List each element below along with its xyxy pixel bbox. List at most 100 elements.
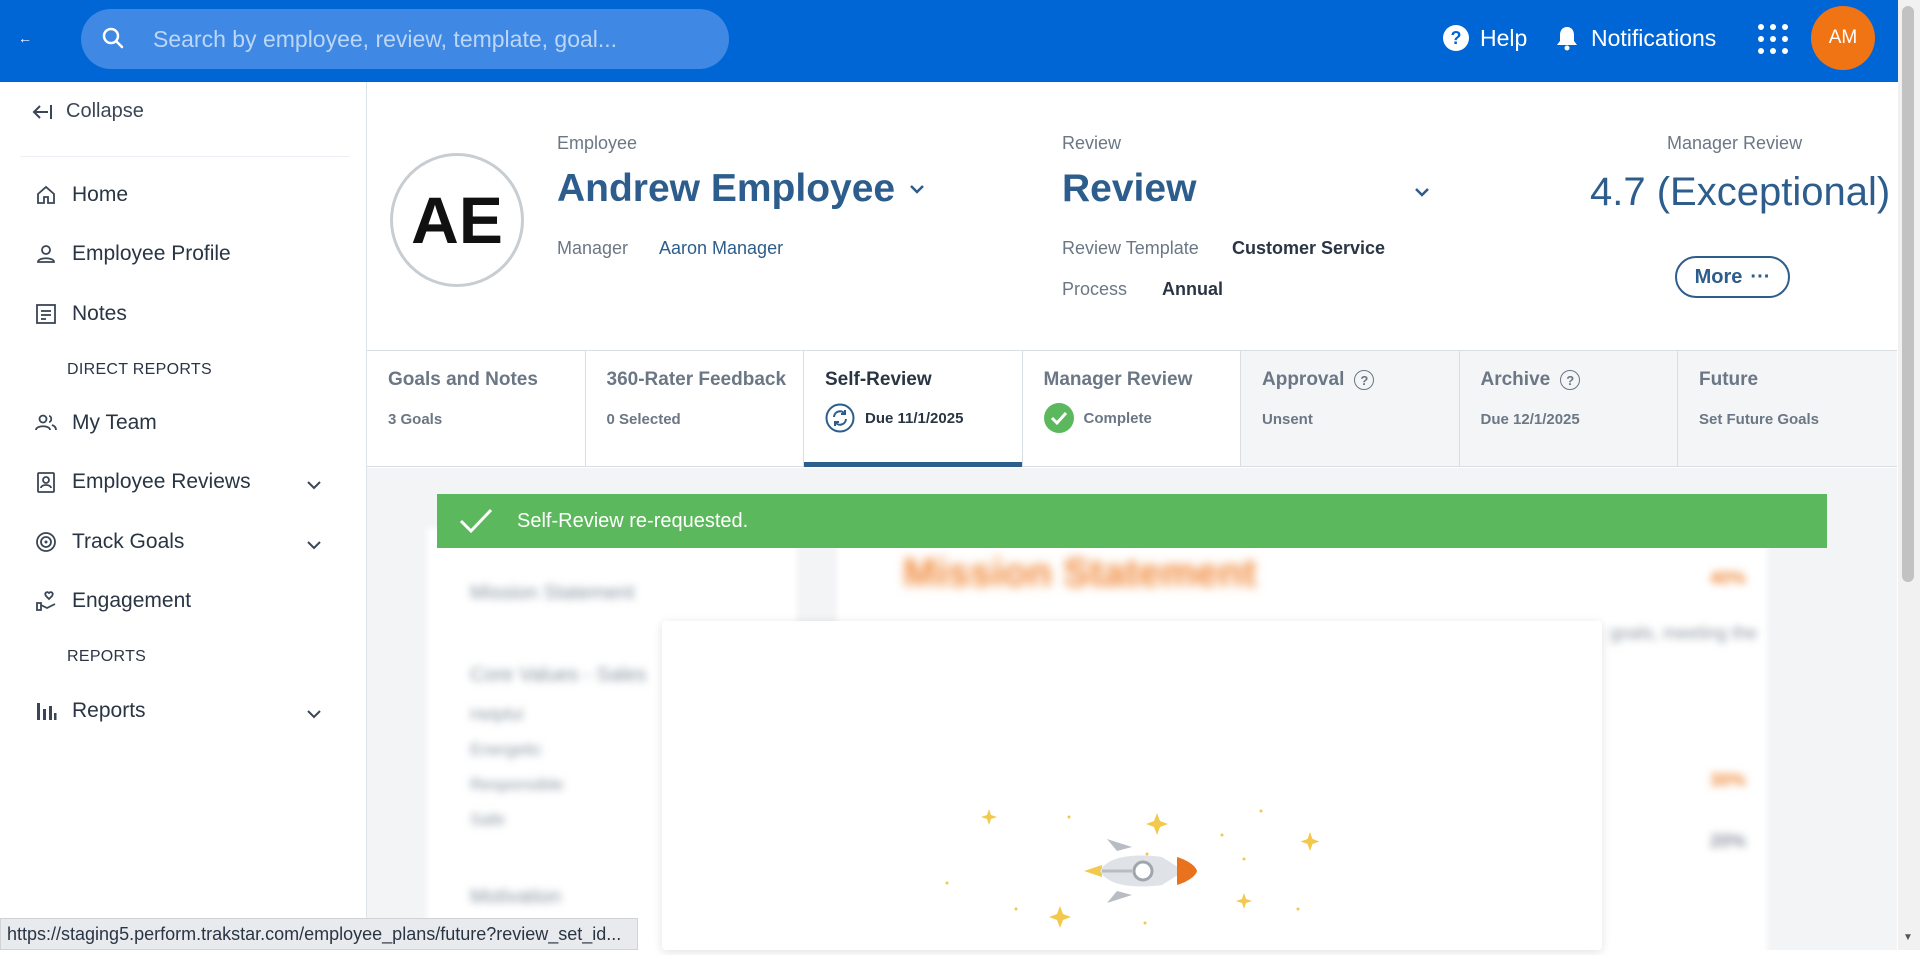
person-icon xyxy=(37,245,55,263)
review-template-value: Customer Service xyxy=(1232,238,1386,258)
app-grid-icon[interactable] xyxy=(1758,24,1788,54)
background-snippet: goals, meeting the xyxy=(1610,623,1758,643)
tab-subtitle: Set Future Goals xyxy=(1699,411,1820,428)
tab-title: Manager Review xyxy=(1043,369,1193,390)
chevron-down-icon[interactable] xyxy=(1412,182,1432,202)
tab-manager-review[interactable]: Manager Review Complete xyxy=(1022,351,1241,466)
scroll-down-arrow-icon[interactable]: ▼ xyxy=(1903,932,1913,943)
sidebar: Collapse Home Employee Profile Notes DIR… xyxy=(0,82,367,950)
sidebar-item-label: Engagement xyxy=(72,589,192,612)
tab-title-row: Approval ? xyxy=(1262,369,1459,391)
help-icon[interactable]: ? xyxy=(1354,370,1375,390)
employee-name-dropdown[interactable]: Andrew Employee xyxy=(557,167,927,211)
background-mission-label: Mission Statement xyxy=(470,582,635,604)
background-motivation: Motivation xyxy=(470,886,562,908)
notifications-label: Notifications xyxy=(1591,24,1717,51)
tab-subtitle: Unsent xyxy=(1262,411,1313,428)
tab-title: Approval xyxy=(1262,369,1345,390)
sidebar-item-engagement[interactable]: Engagement xyxy=(34,589,191,613)
team-icon xyxy=(35,414,57,431)
background-pct: 40% xyxy=(1710,568,1747,588)
background-mission-heading: Mission Statement xyxy=(903,551,1257,595)
active-tab-indicator xyxy=(804,462,1022,467)
sidebar-item-label: Employee Profile xyxy=(72,242,231,265)
search-icon xyxy=(102,27,124,49)
sidebar-item-employee-reviews[interactable]: Employee Reviews xyxy=(34,470,251,494)
manager-label: Manager xyxy=(557,238,629,258)
collapse-button[interactable]: Collapse xyxy=(30,100,144,123)
chevron-down-icon[interactable] xyxy=(304,475,324,495)
search-input[interactable] xyxy=(153,9,713,69)
background-pct: 30% xyxy=(1710,770,1747,790)
process-label: Process xyxy=(1062,279,1128,299)
review-title[interactable]: Review xyxy=(1062,167,1196,211)
tab-archive[interactable]: Archive ? Due 12/1/2025 xyxy=(1459,351,1678,466)
sidebar-item-label: Track Goals xyxy=(72,530,185,553)
help-icon: ? xyxy=(1443,25,1469,51)
tab-goals-and-notes[interactable]: Goals and Notes 3 Goals xyxy=(367,351,586,466)
global-search[interactable] xyxy=(81,9,729,69)
manager-link[interactable]: Aaron Manager xyxy=(659,238,783,259)
tab-approval[interactable]: Approval ? Unsent xyxy=(1241,351,1460,466)
tab-subtitle: 3 Goals xyxy=(388,411,443,428)
background-item: Safe xyxy=(470,810,505,829)
tab-subtitle: Due 11/1/2025 xyxy=(865,409,964,427)
background-item: Responsible xyxy=(470,775,564,794)
sidebar-divider xyxy=(20,156,350,157)
tab-subtitle: Due 12/1/2025 xyxy=(1480,411,1580,428)
checkmark-icon xyxy=(459,508,493,534)
loading-modal xyxy=(662,621,1602,950)
scrollbar-thumb[interactable] xyxy=(1902,6,1914,582)
review-tabs: Goals and Notes 3 Goals 360-Rater Feedba… xyxy=(367,350,1897,478)
help-button[interactable]: ? Help xyxy=(1442,20,1527,56)
notes-icon xyxy=(36,304,56,324)
tab-360-rater-feedback[interactable]: 360-Rater Feedback 0 Selected xyxy=(585,351,804,466)
review-label: Review xyxy=(1062,133,1122,153)
background-pct: 20% xyxy=(1710,831,1747,851)
review-badge-icon xyxy=(37,472,55,493)
chevron-down-icon[interactable] xyxy=(304,704,324,724)
sidebar-item-reports[interactable]: Reports xyxy=(34,699,146,723)
background-item: Helpful xyxy=(470,705,523,724)
employee-avatar: AE xyxy=(390,153,524,287)
chevron-down-icon xyxy=(910,185,924,194)
sidebar-item-home[interactable]: Home xyxy=(34,183,128,207)
tab-self-review[interactable]: Self-Review Due 11/1/2025 xyxy=(804,351,1023,478)
tab-future[interactable]: Future Set Future Goals xyxy=(1678,351,1897,466)
sidebar-item-notes[interactable]: Notes xyxy=(34,302,127,326)
bell-icon xyxy=(1557,27,1577,51)
sidebar-item-my-team[interactable]: My Team xyxy=(34,411,157,435)
manager-review-score: 4.7 (Exceptional) xyxy=(1590,170,1891,214)
toast-message: Self-Review re-requested. xyxy=(517,509,749,532)
tab-subtitle-row: Complete xyxy=(1043,403,1241,433)
notifications-button[interactable]: Notifications xyxy=(1555,20,1716,56)
tab-subtitle: Complete xyxy=(1083,409,1152,427)
tab-title: 360-Rater Feedback xyxy=(606,369,787,390)
section-label-direct-reports: DIRECT REPORTS xyxy=(67,361,212,378)
background-item: Energetic xyxy=(470,740,542,759)
tab-title: Future xyxy=(1699,369,1759,390)
review-template-label: Review Template xyxy=(1062,238,1199,258)
sidebar-item-label: Home xyxy=(72,183,129,206)
sidebar-item-employee-profile[interactable]: Employee Profile xyxy=(34,242,231,266)
target-icon xyxy=(36,532,56,552)
user-avatar[interactable]: AM xyxy=(1811,6,1875,70)
sidebar-item-label: Reports xyxy=(72,699,146,722)
top-bar: ← ? Help Notifications AM xyxy=(0,0,1898,82)
bar-chart-icon xyxy=(37,703,57,720)
engagement-icon xyxy=(36,591,56,611)
collapse-label: Collapse xyxy=(66,100,144,122)
chevron-down-icon[interactable] xyxy=(304,535,324,555)
tab-subtitle-row: Due 11/1/2025 xyxy=(825,403,1022,433)
rocket-illustration xyxy=(945,809,1320,928)
tab-title: Self-Review xyxy=(825,369,932,390)
check-circle-icon xyxy=(1043,403,1074,433)
refresh-icon xyxy=(825,403,855,433)
status-bar-url: https://staging5.perform.trakstar.com/em… xyxy=(0,918,638,950)
back-arrow-icon[interactable]: ← xyxy=(18,30,32,46)
help-icon[interactable]: ? xyxy=(1560,370,1581,390)
collapse-icon xyxy=(32,104,52,119)
employee-name: Andrew Employee xyxy=(557,167,896,210)
sidebar-item-track-goals[interactable]: Track Goals xyxy=(34,530,184,554)
more-button[interactable]: More ··· xyxy=(1675,256,1790,298)
